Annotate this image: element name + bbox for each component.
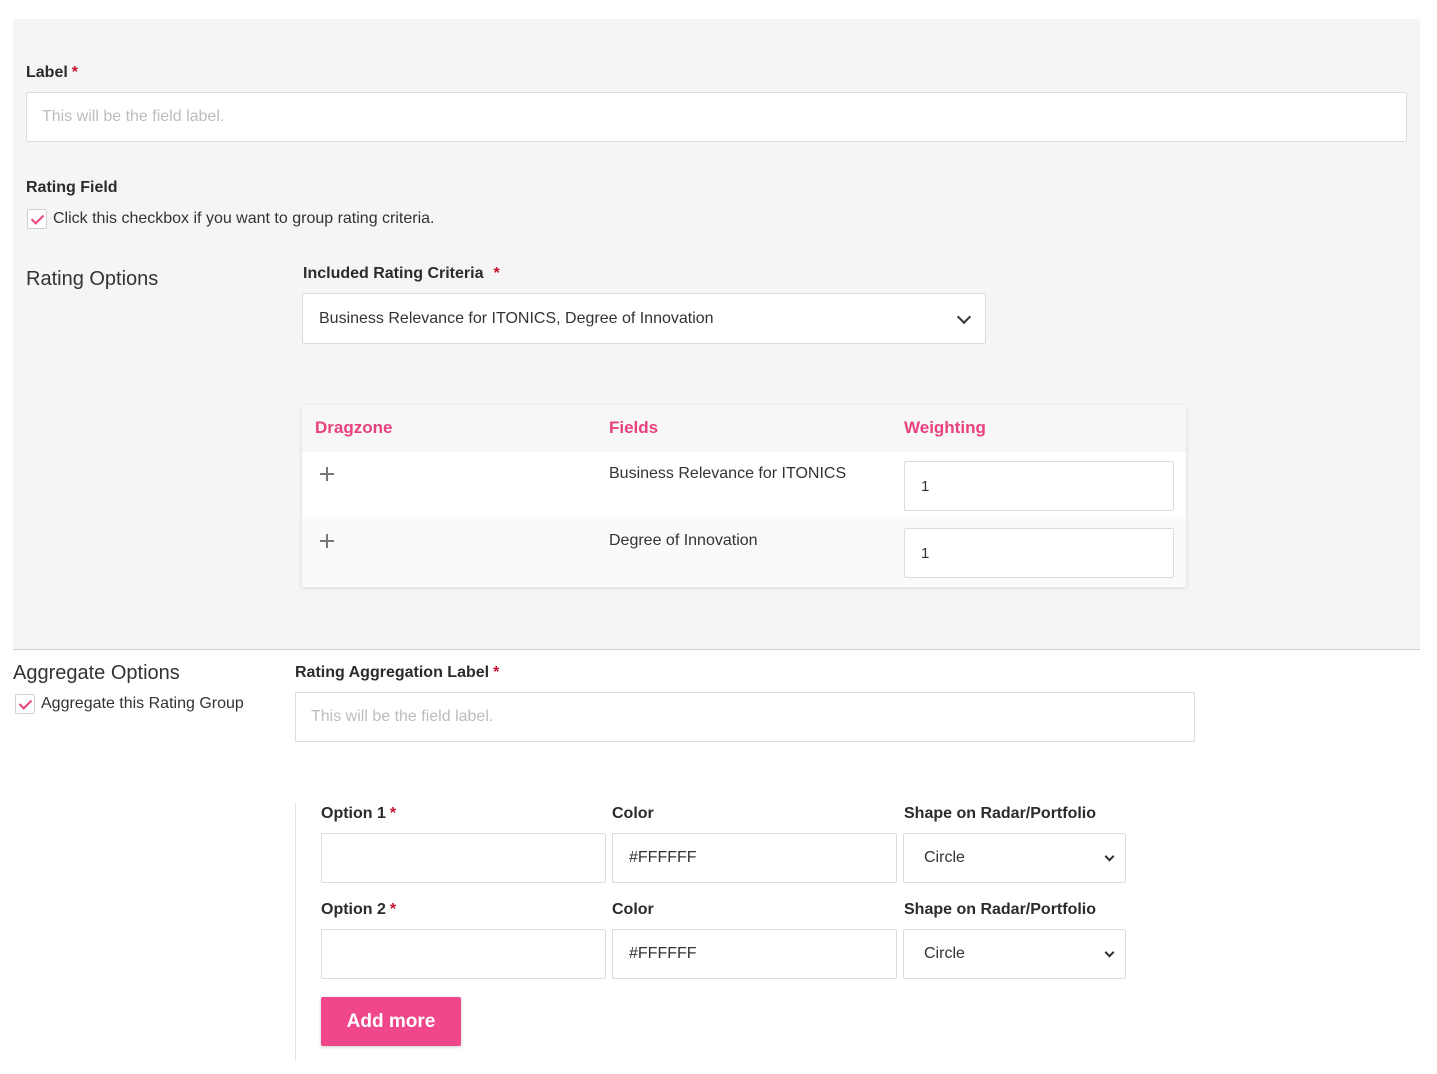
aggregate-checkbox[interactable] — [15, 694, 35, 714]
aggregate-options-title: Aggregate Options — [13, 662, 180, 684]
criteria-table: Dragzone Fields Weighting Business Relev… — [302, 405, 1186, 587]
required-mark: * — [71, 64, 79, 81]
aggregation-label-input[interactable]: This will be the field label. — [295, 692, 1195, 742]
rating-field-title: Rating Field — [26, 179, 118, 196]
option-2-color-input[interactable]: #FFFFFF — [612, 929, 897, 979]
table-row: Degree of Innovation 1 — [302, 519, 1186, 586]
row-field-name: Business Relevance for ITONICS — [609, 465, 847, 482]
option-2-color-label: Color — [612, 901, 654, 918]
option-1-input[interactable] — [321, 833, 606, 883]
option-1-color-label: Color — [612, 805, 654, 822]
option-1-shape-value: Circle — [924, 849, 965, 866]
required-mark: * — [493, 265, 500, 282]
header-dragzone: Dragzone — [315, 418, 393, 437]
required-mark: * — [389, 901, 397, 918]
option-2-label: Option 2 * — [321, 901, 397, 918]
drag-handle-icon[interactable] — [319, 466, 335, 482]
option-1-label: Option 1 * — [321, 805, 397, 822]
group-rating-checkbox-label: Click this checkbox if you want to group… — [53, 210, 435, 227]
drag-handle-icon[interactable] — [319, 533, 335, 549]
required-mark: * — [389, 805, 397, 822]
required-mark: * — [493, 664, 500, 681]
label-field-label: Label * — [26, 64, 79, 81]
option-2-shape-label: Shape on Radar/Portfolio — [904, 901, 1097, 918]
header-fields: Fields — [609, 418, 659, 437]
option-1-shape-select[interactable]: Circle — [903, 833, 1126, 883]
option-1-color-input[interactable]: #FFFFFF — [612, 833, 897, 883]
options-divider — [295, 802, 296, 1060]
table-row: Business Relevance for ITONICS 1 — [302, 452, 1186, 519]
header-weighting: Weighting — [904, 418, 986, 437]
chevron-down-icon — [1104, 947, 1115, 958]
add-more-button[interactable]: Add more — [321, 997, 461, 1046]
chevron-down-icon — [1104, 851, 1115, 862]
included-criteria-select[interactable]: Business Relevance for ITONICS, Degree o… — [302, 293, 986, 344]
option-2-shape-select[interactable]: Circle — [903, 929, 1126, 979]
included-criteria-value: Business Relevance for ITONICS, Degree o… — [319, 309, 714, 327]
option-1-shape-label: Shape on Radar/Portfolio — [904, 805, 1097, 822]
weight-input[interactable]: 1 — [904, 528, 1174, 578]
aggregate-checkbox-label: Aggregate this Rating Group — [41, 695, 244, 712]
weight-input[interactable]: 1 — [904, 461, 1174, 511]
row-field-name: Degree of Innovation — [609, 532, 758, 549]
included-criteria-label: Included Rating Criteria * — [303, 265, 500, 282]
rating-options-title: Rating Options — [26, 268, 159, 290]
option-2-shape-value: Circle — [924, 945, 965, 962]
option-2-input[interactable] — [321, 929, 606, 979]
table-header: Dragzone Fields Weighting — [302, 405, 1186, 452]
label-input[interactable]: This will be the field label. — [26, 92, 1407, 142]
aggregation-label-title: Rating Aggregation Label * — [295, 664, 500, 681]
group-rating-checkbox[interactable] — [27, 209, 47, 229]
chevron-down-icon — [956, 309, 972, 324]
